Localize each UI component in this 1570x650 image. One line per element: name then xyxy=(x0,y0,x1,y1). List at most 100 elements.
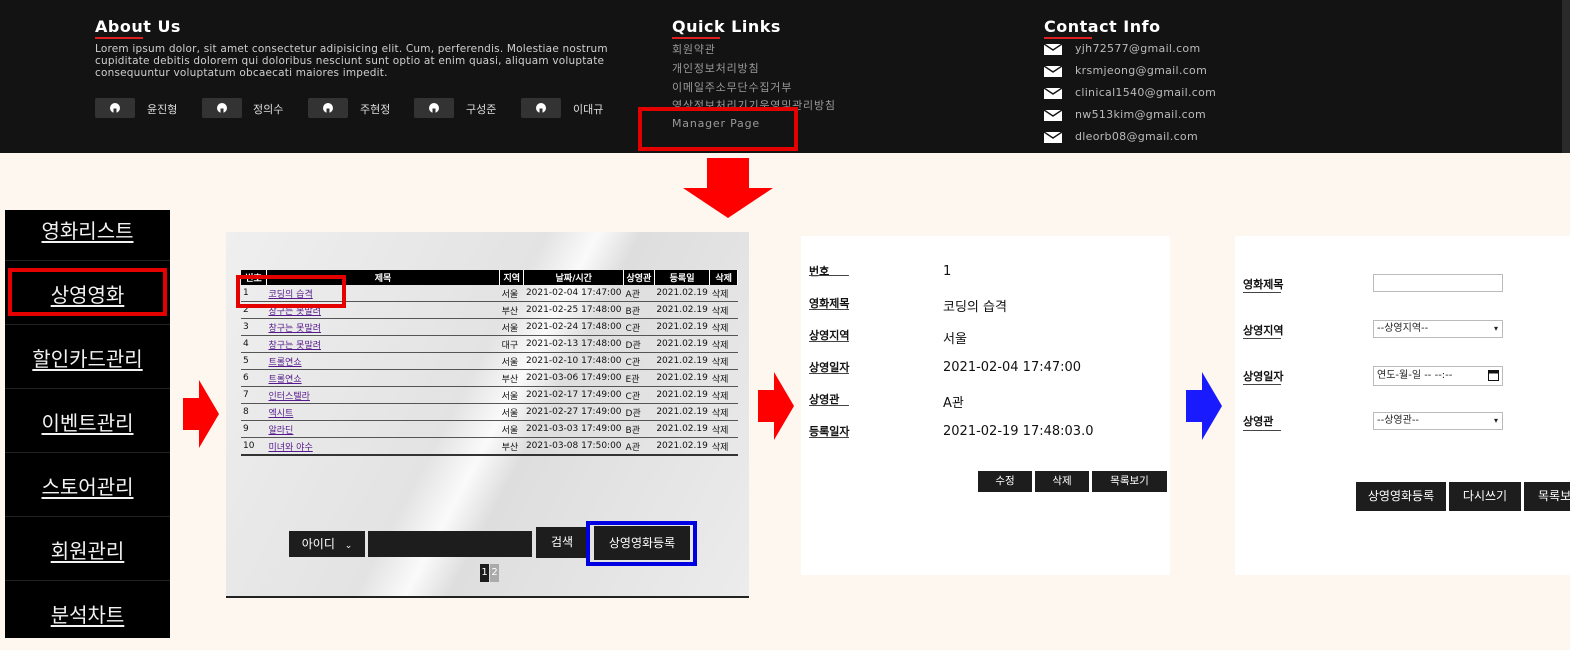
cell-number: 3 xyxy=(241,318,267,336)
form-label: 영화제목 xyxy=(1243,278,1284,291)
contact-email[interactable]: clinical1540@gmail.com xyxy=(1075,86,1216,99)
delete-button[interactable]: 삭제 xyxy=(1035,471,1089,492)
cell-title-link[interactable]: 트롤연쇼 xyxy=(266,352,500,370)
form-list-button[interactable]: 목록보기 xyxy=(1524,482,1570,511)
cell-number: 6 xyxy=(241,369,267,387)
detail-value: A관 xyxy=(943,396,964,411)
sidebar-item-analytics[interactable]: 분석차트 xyxy=(5,582,170,646)
cell-number: 7 xyxy=(241,386,267,404)
register-button-highlight xyxy=(586,521,697,566)
movie-title-input[interactable] xyxy=(1373,274,1503,292)
theater-select-value: --상영관-- xyxy=(1377,415,1420,426)
cell-theater: B관 xyxy=(623,301,655,319)
sidebar-item-discount-card[interactable]: 할인카드관리 xyxy=(5,326,170,390)
table-row: 8 엑시트 서울 2021-02-27 17:49:00 D관 2021.02.19 삭제 xyxy=(241,403,738,421)
reset-button[interactable]: 다시쓰기 xyxy=(1449,482,1521,511)
github-button[interactable] xyxy=(202,98,242,118)
cell-datetime: 2021-03-08 17:50:00 xyxy=(523,437,624,456)
cell-delete[interactable]: 삭제 xyxy=(709,318,738,336)
label-underline xyxy=(809,309,849,310)
submit-screening-button[interactable]: 상영영화등록 xyxy=(1356,482,1446,511)
github-button[interactable] xyxy=(308,98,348,118)
cell-theater: C관 xyxy=(623,386,655,404)
region-select[interactable]: --상영지역-- ▾ xyxy=(1373,320,1503,338)
label-underline xyxy=(809,405,849,406)
region-select-value: --상영지역-- xyxy=(1377,323,1429,334)
cell-title-link[interactable]: 트롤연쇼 xyxy=(266,369,500,387)
search-type-value: 아이디 xyxy=(301,537,335,551)
cell-datetime: 2021-02-24 17:48:00 xyxy=(523,318,624,336)
table-row: 7 인터스텔라 서울 2021-02-17 17:49:00 C관 2021.02.19 삭… xyxy=(241,386,738,404)
column-header: 지역 xyxy=(499,270,525,285)
search-type-select[interactable]: 아이디 ⌄ xyxy=(289,531,365,557)
quick-link-email-refusal[interactable]: 이메일주소무단수집거부 xyxy=(672,79,792,95)
label-underline xyxy=(1243,338,1281,339)
list-button[interactable]: 목록보기 xyxy=(1092,471,1167,492)
cell-datetime: 2021-02-10 17:48:00 xyxy=(523,352,624,370)
date-input-placeholder: 연도-월-일 -- --:-- xyxy=(1377,370,1453,381)
cell-delete[interactable]: 삭제 xyxy=(709,386,738,404)
quick-link-terms[interactable]: 회원약관 xyxy=(672,41,716,57)
arrow-right-icon xyxy=(1186,372,1222,440)
edit-button[interactable]: 수정 xyxy=(978,471,1032,492)
github-button[interactable] xyxy=(95,98,135,118)
github-icon xyxy=(323,103,333,114)
cell-title-link[interactable]: 창구는 못말려 xyxy=(266,335,500,353)
cell-title-link[interactable]: 알라딘 xyxy=(266,420,500,438)
mail-icon xyxy=(1044,132,1062,143)
cell-theater: D관 xyxy=(623,403,655,421)
cell-number: 8 xyxy=(241,403,267,421)
table-row: 3 창구는 못말려 서울 2021-02-24 17:48:00 C관 2021.02.1… xyxy=(241,318,738,336)
page-link[interactable]: 2 xyxy=(490,564,499,582)
cell-delete[interactable]: 삭제 xyxy=(709,437,738,456)
chevron-down-icon: ▾ xyxy=(1493,416,1498,425)
cell-registered: 2021.02.19 xyxy=(654,420,710,438)
column-header: 상영관 xyxy=(623,270,655,285)
contact-email[interactable]: dleorb08@gmail.com xyxy=(1075,130,1198,143)
github-button[interactable] xyxy=(414,98,454,118)
cell-datetime: 2021-03-03 17:49:00 xyxy=(523,420,624,438)
date-input[interactable]: 연도-월-일 -- --:-- xyxy=(1373,366,1503,386)
github-icon xyxy=(429,103,439,114)
detail-value: 코딩의 습격 xyxy=(943,300,1007,315)
sidebar-item-label: 이벤트관리 xyxy=(41,411,134,435)
cell-title-link[interactable]: 엑시트 xyxy=(266,403,500,421)
cell-delete[interactable]: 삭제 xyxy=(709,352,738,370)
cell-delete[interactable]: 삭제 xyxy=(709,403,738,421)
sidebar-divider xyxy=(5,452,170,453)
contact-email[interactable]: yjh72577@gmail.com xyxy=(1075,42,1200,55)
mail-icon xyxy=(1044,110,1062,121)
github-icon xyxy=(217,103,227,114)
sidebar-item-event[interactable]: 이벤트관리 xyxy=(5,390,170,454)
theater-select[interactable]: --상영관-- ▾ xyxy=(1373,412,1503,430)
calendar-icon[interactable] xyxy=(1488,369,1499,388)
cell-title-link[interactable]: 창구는 못말려 xyxy=(266,318,500,336)
table-row: 10 미녀와 야수 부산 2021-03-08 17:50:00 A관 2021.02.1… xyxy=(241,437,738,456)
cell-delete[interactable]: 삭제 xyxy=(709,301,738,319)
search-button[interactable]: 검색 xyxy=(536,527,588,558)
cell-title-link[interactable]: 인터스텔라 xyxy=(266,386,500,404)
cell-region: 부산 xyxy=(499,437,524,456)
arrow-right-icon xyxy=(183,380,219,448)
sidebar-item-store[interactable]: 스토어관리 xyxy=(5,454,170,518)
search-input[interactable] xyxy=(368,531,532,557)
page-link-current[interactable]: 1 xyxy=(480,564,489,582)
cell-delete[interactable]: 삭제 xyxy=(709,335,738,353)
cell-delete[interactable]: 삭제 xyxy=(709,420,738,438)
about-title: About Us xyxy=(95,17,181,36)
scrollbar[interactable] xyxy=(1562,0,1570,153)
member-name: 윤진형 xyxy=(147,103,178,116)
github-button[interactable] xyxy=(521,98,561,118)
cell-delete[interactable]: 삭제 xyxy=(709,285,738,302)
cell-theater: B관 xyxy=(623,420,655,438)
sidebar-item-members[interactable]: 회원관리 xyxy=(5,518,170,582)
member-name: 이대규 xyxy=(573,103,604,116)
quick-link-privacy[interactable]: 개인정보처리방침 xyxy=(672,60,759,76)
member-name: 구성준 xyxy=(466,103,497,116)
cell-title-link[interactable]: 미녀와 야수 xyxy=(266,437,500,456)
contact-title: Contact Info xyxy=(1044,17,1161,36)
contact-email[interactable]: nw513kim@gmail.com xyxy=(1075,108,1206,121)
contact-email[interactable]: krsmjeong@gmail.com xyxy=(1075,64,1207,77)
contact-title-underline xyxy=(1044,37,1092,39)
cell-delete[interactable]: 삭제 xyxy=(709,369,738,387)
